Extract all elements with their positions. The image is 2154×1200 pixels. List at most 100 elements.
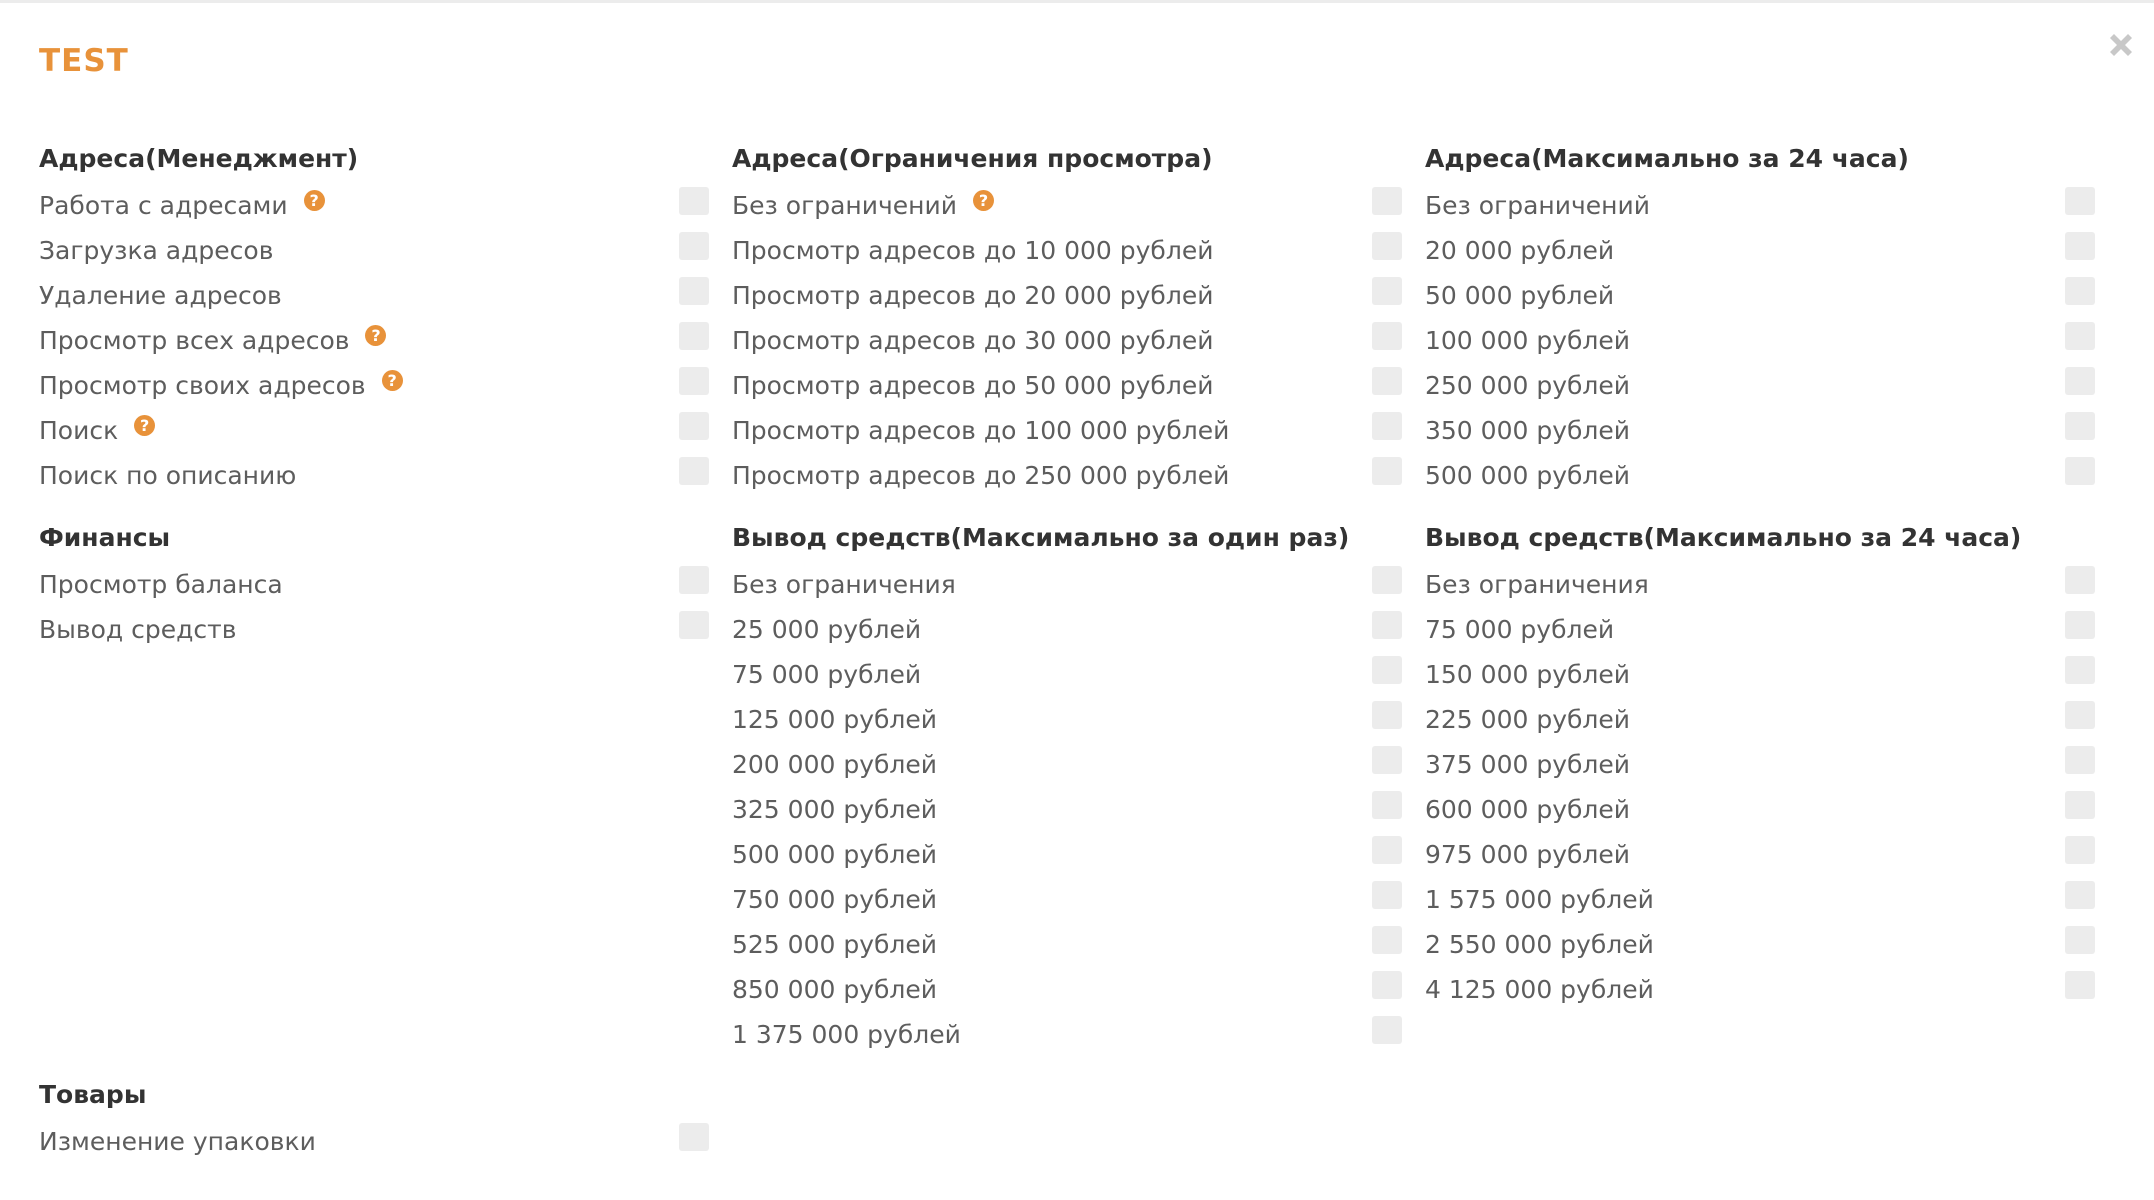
permission-checkbox[interactable] [2065, 412, 2095, 440]
help-icon[interactable]: ? [365, 325, 387, 346]
permission-label: Поиск по описанию [39, 460, 297, 490]
permission-label: 750 000 рублей [732, 884, 938, 914]
permission-row: 225 000 рублей [1425, 695, 2095, 740]
permission-label: Без ограничений [1425, 190, 1650, 220]
section-withdraw-24h-limits: Вывод средств(Максимально за 24 часа) Без… [1425, 516, 2095, 1010]
permission-checkbox[interactable] [1372, 457, 1402, 485]
permission-label: 50 000 рублей [1425, 280, 1615, 310]
section-addresses-view-limits: Адреса(Ограничения просмотра) Без огранич… [732, 137, 1402, 496]
permission-checkbox[interactable] [1372, 1016, 1402, 1044]
permission-row: 250 000 рублей [1425, 361, 2095, 406]
permission-row: 325 000 рублей [732, 785, 1402, 830]
permission-row: Поиск по описанию [39, 451, 709, 496]
permission-checkbox[interactable] [2065, 322, 2095, 350]
permission-row: 100 000 рублей [1425, 316, 2095, 361]
permission-checkbox[interactable] [2065, 367, 2095, 395]
permission-label: Просмотр адресов до 20 000 рублей [732, 280, 1214, 310]
permission-checkbox[interactable] [1372, 656, 1402, 684]
permission-row: 375 000 рублей [1425, 740, 2095, 785]
permission-checkbox[interactable] [2065, 277, 2095, 305]
permission-label: 150 000 рублей [1425, 659, 1631, 689]
permission-checkbox[interactable] [2065, 971, 2095, 999]
permission-label: 975 000 рублей [1425, 839, 1631, 869]
permission-checkbox[interactable] [679, 611, 709, 639]
permission-label: 325 000 рублей [732, 794, 938, 824]
permission-checkbox[interactable] [1372, 367, 1402, 395]
permission-checkbox[interactable] [2065, 881, 2095, 909]
permission-checkbox[interactable] [2065, 566, 2095, 594]
permission-row: Просмотр баланса [39, 560, 709, 605]
permission-row: Просмотр своих адресов? [39, 361, 709, 406]
permission-row: 200 000 рублей [732, 740, 1402, 785]
permission-row: Просмотр адресов до 20 000 рублей [732, 271, 1402, 316]
permission-checkbox[interactable] [1372, 277, 1402, 305]
permission-checkbox[interactable] [679, 232, 709, 260]
permission-row: 20 000 рублей [1425, 226, 2095, 271]
permission-checkbox[interactable] [2065, 701, 2095, 729]
permission-checkbox[interactable] [679, 412, 709, 440]
permission-checkbox[interactable] [2065, 232, 2095, 260]
permission-checkbox[interactable] [2065, 656, 2095, 684]
permission-checkbox[interactable] [1372, 836, 1402, 864]
permission-label: 250 000 рублей [1425, 370, 1631, 400]
permission-checkbox[interactable] [679, 566, 709, 594]
permission-label: Без ограничений [732, 190, 957, 220]
section-addresses-24h-limits: Адреса(Максимально за 24 часа) Без ограни… [1425, 137, 2095, 496]
permission-row: Вывод средств [39, 605, 709, 650]
permission-label: Просмотр адресов до 50 000 рублей [732, 370, 1214, 400]
permission-row: 1 375 000 рублей [732, 1010, 1402, 1055]
permission-row: Работа с адресами? [39, 181, 709, 226]
permission-label: Работа с адресами [39, 190, 288, 220]
permission-checkbox[interactable] [1372, 566, 1402, 594]
permission-label: 225 000 рублей [1425, 704, 1631, 734]
help-icon[interactable]: ? [134, 415, 156, 436]
permission-checkbox[interactable] [2065, 836, 2095, 864]
permission-row: Просмотр адресов до 100 000 рублей [732, 406, 1402, 451]
section-title: Адреса(Менеджмент) [39, 144, 359, 173]
section-title: Адреса(Ограничения просмотра) [732, 144, 1213, 173]
permission-checkbox[interactable] [2065, 791, 2095, 819]
permission-checkbox[interactable] [1372, 611, 1402, 639]
permission-label: 525 000 рублей [732, 929, 938, 959]
permission-row: Просмотр адресов до 10 000 рублей [732, 226, 1402, 271]
permission-checkbox[interactable] [1372, 926, 1402, 954]
help-icon[interactable]: ? [303, 190, 325, 211]
permission-row: Просмотр всех адресов? [39, 316, 709, 361]
permission-checkbox[interactable] [1372, 232, 1402, 260]
permission-row: 975 000 рублей [1425, 830, 2095, 875]
permission-label: 25 000 рублей [732, 614, 922, 644]
permission-checkbox[interactable] [679, 1123, 709, 1151]
help-icon[interactable]: ? [972, 190, 994, 211]
permission-row: 75 000 рублей [732, 650, 1402, 695]
permission-checkbox[interactable] [679, 457, 709, 485]
permission-label: 500 000 рублей [1425, 460, 1631, 490]
permission-checkbox[interactable] [2065, 187, 2095, 215]
permission-checkbox[interactable] [2065, 457, 2095, 485]
permission-checkbox[interactable] [1372, 187, 1402, 215]
section-goods: Товары Изменение упаковки [39, 1073, 709, 1162]
permission-checkbox[interactable] [1372, 791, 1402, 819]
permission-checkbox[interactable] [1372, 412, 1402, 440]
permission-checkbox[interactable] [1372, 322, 1402, 350]
permission-checkbox[interactable] [2065, 926, 2095, 954]
permission-checkbox[interactable] [1372, 701, 1402, 729]
permission-checkbox[interactable] [679, 367, 709, 395]
permission-label: 20 000 рублей [1425, 235, 1615, 265]
permission-label: 200 000 рублей [732, 749, 938, 779]
permission-checkbox[interactable] [1372, 881, 1402, 909]
permission-checkbox[interactable] [1372, 746, 1402, 774]
permission-row: Изменение упаковки [39, 1117, 709, 1162]
permission-label: 100 000 рублей [1425, 325, 1631, 355]
permission-checkbox[interactable] [2065, 746, 2095, 774]
permission-row: Просмотр адресов до 50 000 рублей [732, 361, 1402, 406]
permission-label: 2 550 000 рублей [1425, 929, 1654, 959]
permission-checkbox[interactable] [679, 187, 709, 215]
permission-checkbox[interactable] [2065, 611, 2095, 639]
permission-checkbox[interactable] [679, 322, 709, 350]
help-icon[interactable]: ? [381, 370, 403, 391]
permission-row: 750 000 рублей [732, 875, 1402, 920]
close-icon[interactable] [2103, 27, 2139, 63]
permission-checkbox[interactable] [1372, 971, 1402, 999]
permission-checkbox[interactable] [679, 277, 709, 305]
permission-row: 75 000 рублей [1425, 605, 2095, 650]
